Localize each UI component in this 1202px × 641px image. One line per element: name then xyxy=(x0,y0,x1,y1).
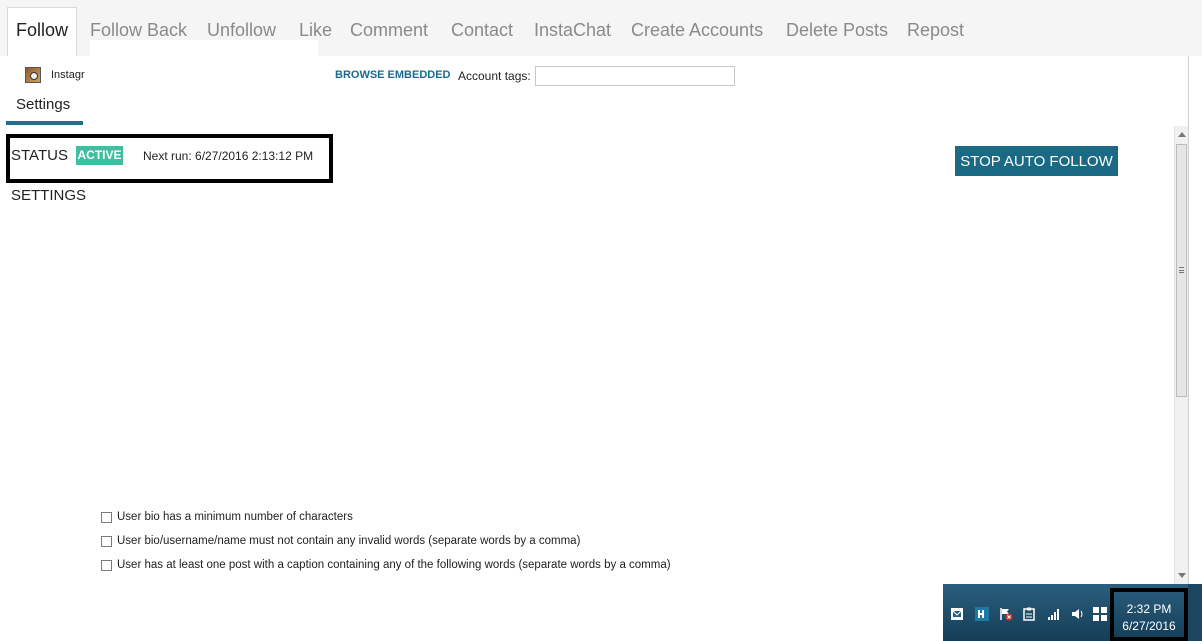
volume-icon[interactable] xyxy=(1071,607,1085,621)
tab-repost[interactable]: Repost xyxy=(907,8,964,56)
filter-item: User bio has a minimum number of charact… xyxy=(101,508,353,526)
scroll-grip-icon xyxy=(1179,267,1184,273)
filter-label: User bio has a minimum number of charact… xyxy=(117,511,353,523)
tab-contact[interactable]: Contact xyxy=(451,8,513,56)
tab-unfollow[interactable]: Unfollow xyxy=(207,8,276,56)
settings-tab-indicator xyxy=(6,121,83,125)
instagram-app-icon[interactable] xyxy=(25,67,41,83)
scroll-thumb[interactable] xyxy=(1176,144,1187,397)
top-tab-bar: Follow Follow Back Unfollow Like Comment… xyxy=(0,0,1202,57)
filter-checkbox[interactable] xyxy=(101,535,112,547)
clock-time[interactable]: 2:32 PM xyxy=(1114,602,1184,616)
tab-delete-posts[interactable]: Delete Posts xyxy=(786,8,888,56)
browse-embedded-link[interactable]: BROWSE EMBEDDED xyxy=(335,69,451,81)
tab-follow-back[interactable]: Follow Back xyxy=(90,8,187,56)
status-label: STATUS xyxy=(11,147,68,164)
clock-date[interactable]: 6/27/2016 xyxy=(1114,619,1184,633)
vertical-scrollbar[interactable] xyxy=(1174,126,1188,584)
next-run-text: Next run: 6/27/2016 2:13:12 PM xyxy=(143,149,314,163)
tab-like[interactable]: Like xyxy=(299,8,332,56)
tab-comment[interactable]: Comment xyxy=(350,8,428,56)
filter-label: User has at least one post with a captio… xyxy=(117,559,671,571)
scroll-up-arrow-icon[interactable] xyxy=(1178,132,1186,137)
tab-instachat[interactable]: InstaChat xyxy=(534,8,611,56)
settings-heading: SETTINGS xyxy=(11,187,87,204)
taskbar-edge xyxy=(1188,584,1202,641)
scroll-down-arrow-icon[interactable] xyxy=(1178,573,1186,578)
mail-tray-icon[interactable] xyxy=(950,607,964,621)
window-right-edge xyxy=(1188,56,1202,584)
filter-label: User bio/username/name must not contain … xyxy=(117,535,581,547)
tab-settings[interactable]: Settings xyxy=(16,96,70,113)
network-signal-icon[interactable] xyxy=(1047,607,1061,621)
status-badge: ACTIVE xyxy=(76,146,123,165)
filter-item: User has at least one post with a captio… xyxy=(101,556,671,574)
stop-auto-follow-button[interactable]: STOP AUTO FOLLOW xyxy=(955,146,1118,176)
account-tags-label: Account tags: xyxy=(458,69,531,83)
filter-checkbox[interactable] xyxy=(101,559,112,571)
filter-item: User bio/username/name must not contain … xyxy=(101,532,580,550)
flag-error-icon[interactable] xyxy=(999,607,1013,621)
account-tags-input[interactable] xyxy=(535,66,735,86)
tab-create-accounts[interactable]: Create Accounts xyxy=(631,8,763,56)
clipboard-icon[interactable] xyxy=(1022,607,1036,621)
settings-panel xyxy=(6,126,1174,506)
account-label[interactable]: Instagr xyxy=(51,69,85,81)
tab-follow[interactable]: Follow xyxy=(7,7,78,57)
app-tray-icon[interactable] xyxy=(975,607,989,621)
filter-checkbox[interactable] xyxy=(101,511,112,523)
windows-flag-icon[interactable] xyxy=(1093,607,1107,621)
